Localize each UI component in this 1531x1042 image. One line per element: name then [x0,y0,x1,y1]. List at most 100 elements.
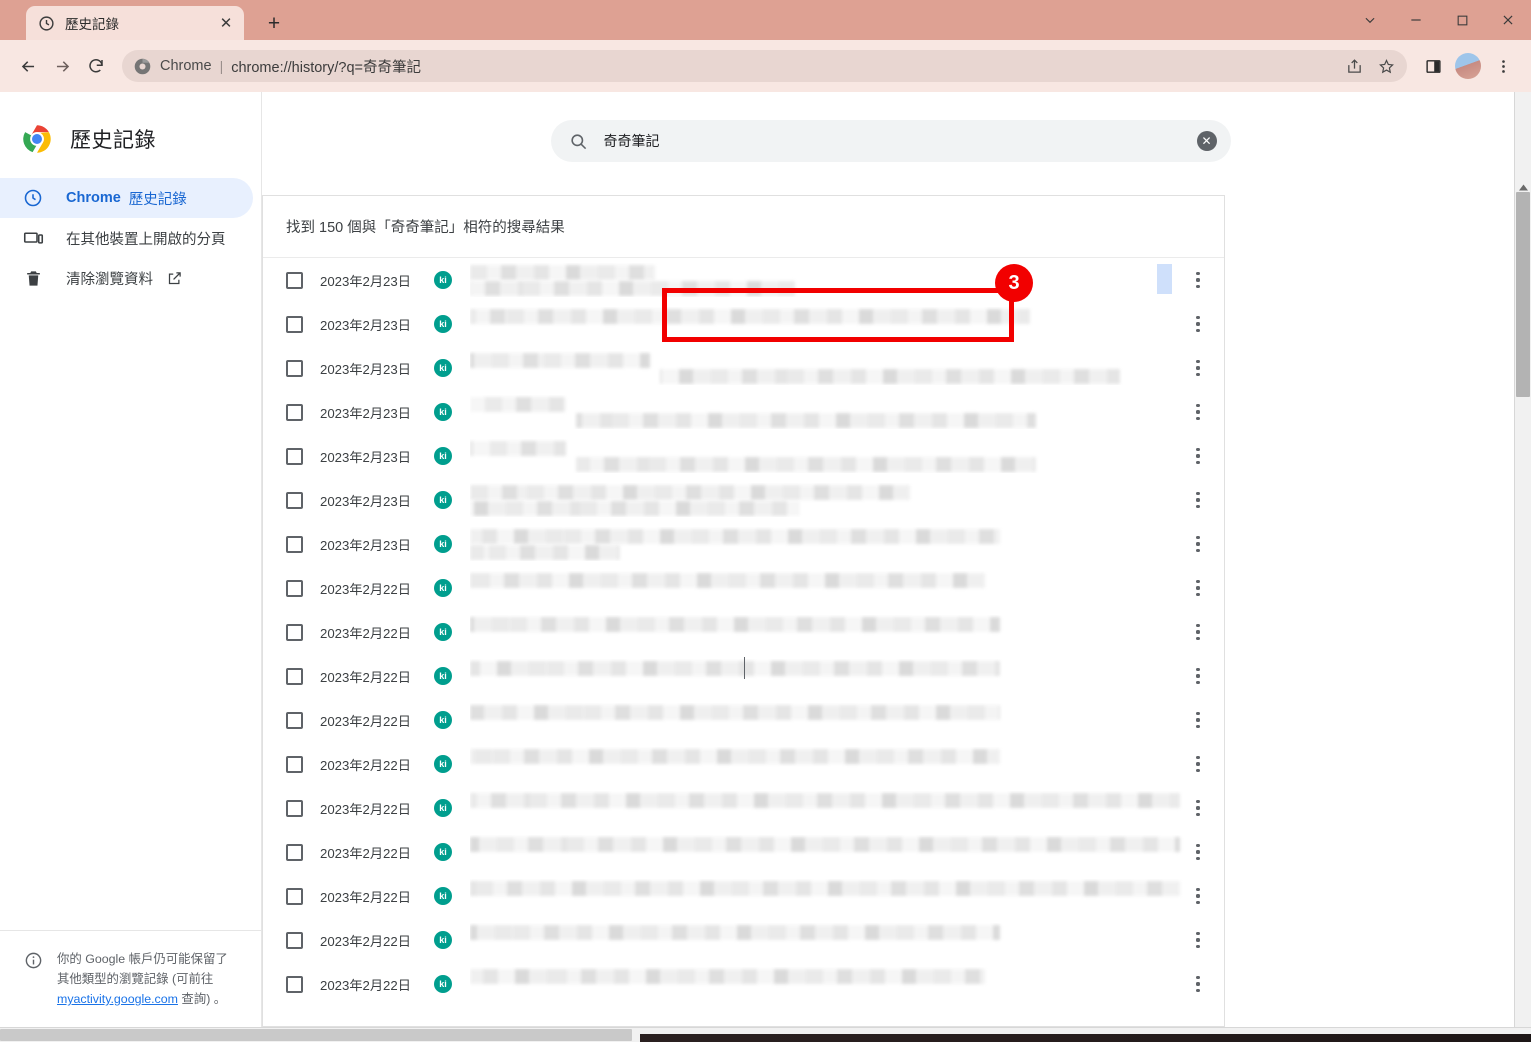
row-more-actions-icon[interactable] [1187,929,1209,951]
row-more-actions-icon[interactable] [1187,313,1209,335]
address-bar[interactable]: Chrome | chrome://history/?q=奇奇筆記 [122,50,1407,82]
chrome-menu-icon[interactable] [1487,50,1519,82]
row-checkbox[interactable] [286,667,303,685]
table-row[interactable]: 2023年2月23日 ki [263,522,1224,566]
row-checkbox[interactable] [286,271,303,289]
row-title-redacted[interactable] [470,923,1224,957]
row-more-actions-icon[interactable] [1187,445,1209,467]
row-more-actions-icon[interactable] [1187,841,1209,863]
row-title-redacted[interactable] [470,967,1224,1001]
search-bar[interactable]: 奇奇筆記 ✕ [550,120,1231,162]
row-more-actions-icon[interactable] [1187,577,1209,599]
row-checkbox[interactable] [286,359,303,377]
row-title-redacted[interactable] [470,527,1224,561]
minimize-button[interactable] [1393,4,1439,36]
browser-tab-history[interactable]: 歷史記錄 ✕ [26,6,244,40]
table-row[interactable]: 2023年2月22日 ki [263,742,1224,786]
row-more-actions-icon[interactable] [1187,401,1209,423]
close-window-button[interactable] [1485,4,1531,36]
sidebar-item-chrome-history[interactable]: Chrome 歷史記錄 [0,178,253,218]
row-date: 2023年2月22日 [320,581,411,597]
row-title-redacted[interactable] [470,571,1224,605]
row-title-redacted[interactable] [470,703,1224,737]
tab-search-chevron-icon[interactable] [1347,4,1393,36]
table-row[interactable]: 2023年2月22日 ki [263,874,1224,918]
redacted-text-band [470,265,655,280]
row-title-redacted[interactable] [470,615,1224,649]
search-input[interactable]: 奇奇筆記 [604,131,1197,151]
horizontal-scrollbar-thumb[interactable] [0,1029,632,1041]
row-title-redacted[interactable] [470,791,1224,825]
row-checkbox[interactable] [286,535,303,553]
maximize-button[interactable] [1439,4,1485,36]
row-more-actions-icon[interactable] [1187,621,1209,643]
row-title-redacted[interactable] [470,307,1224,341]
side-panel-icon[interactable] [1417,50,1449,82]
table-row[interactable]: 2023年2月23日 ki [263,390,1224,434]
bookmark-star-icon[interactable] [1371,52,1401,80]
site-favicon-icon: ki [434,887,452,905]
row-title-redacted[interactable] [470,747,1224,781]
row-more-actions-icon[interactable] [1187,489,1209,511]
row-checkbox[interactable] [286,931,303,949]
sidebar-item-clear-browsing-data[interactable]: 清除瀏覽資料 [0,258,253,298]
row-more-actions-icon[interactable] [1187,753,1209,775]
back-icon[interactable] [12,50,44,82]
row-checkbox[interactable] [286,975,303,993]
row-checkbox[interactable] [286,579,303,597]
row-checkbox[interactable] [286,711,303,729]
table-row[interactable]: 2023年2月22日 ki [263,566,1224,610]
row-title-redacted[interactable] [470,659,1224,693]
close-icon[interactable]: ✕ [216,13,236,33]
table-row[interactable]: 2023年2月23日 ki [263,346,1224,390]
row-checkbox[interactable] [286,843,303,861]
row-more-actions-icon[interactable] [1187,885,1209,907]
row-checkbox[interactable] [286,623,303,641]
share-icon[interactable] [1339,52,1369,80]
row-checkbox[interactable] [286,315,303,333]
external-link-icon [167,271,182,286]
row-title-redacted[interactable] [470,483,1224,517]
row-title-redacted[interactable] [470,835,1224,869]
row-date: 2023年2月22日 [320,757,411,773]
new-tab-button[interactable]: + [260,9,288,37]
table-row[interactable]: 2023年2月22日 ki [263,962,1224,1006]
table-row[interactable]: 2023年2月22日 ki [263,830,1224,874]
table-row[interactable]: 2023年2月23日 ki [263,434,1224,478]
row-checkbox[interactable] [286,755,303,773]
row-more-actions-icon[interactable] [1187,797,1209,819]
row-date: 2023年2月22日 [320,713,411,729]
table-row[interactable]: 2023年2月22日 ki [263,918,1224,962]
row-title-redacted[interactable] [470,439,1224,473]
row-checkbox[interactable] [286,887,303,905]
row-checkbox[interactable] [286,491,303,509]
row-more-actions-icon[interactable] [1187,665,1209,687]
reload-icon[interactable] [80,50,112,82]
table-row[interactable]: 2023年2月22日 ki [263,698,1224,742]
row-more-actions-icon[interactable] [1187,973,1209,995]
avatar[interactable] [1455,53,1481,79]
myactivity-link[interactable]: myactivity.google.com [57,992,178,1006]
table-row[interactable]: 2023年2月22日 ki [263,786,1224,830]
table-row[interactable]: 2023年2月23日 ki [263,258,1224,302]
row-date: 2023年2月23日 [320,493,411,509]
row-checkbox[interactable] [286,799,303,817]
vertical-scrollbar-thumb[interactable] [1516,192,1530,397]
sidebar-item-other-devices[interactable]: 在其他裝置上開啟的分頁 [0,218,253,258]
row-checkbox[interactable] [286,447,303,465]
row-title-redacted[interactable] [470,879,1224,913]
row-more-actions-icon[interactable] [1187,269,1209,291]
table-row[interactable]: 2023年2月22日 ki [263,610,1224,654]
vertical-scrollbar[interactable] [1514,92,1531,1027]
table-row[interactable]: 2023年2月23日 ki [263,478,1224,522]
row-title-redacted[interactable] [470,263,1224,297]
row-more-actions-icon[interactable] [1187,533,1209,555]
row-title-redacted[interactable] [470,351,1224,385]
row-more-actions-icon[interactable] [1187,709,1209,731]
row-title-redacted[interactable] [470,395,1224,429]
table-row[interactable]: 2023年2月23日 ki [263,302,1224,346]
row-checkbox[interactable] [286,403,303,421]
row-more-actions-icon[interactable] [1187,357,1209,379]
clear-search-icon[interactable]: ✕ [1196,131,1217,151]
forward-icon[interactable] [46,50,78,82]
